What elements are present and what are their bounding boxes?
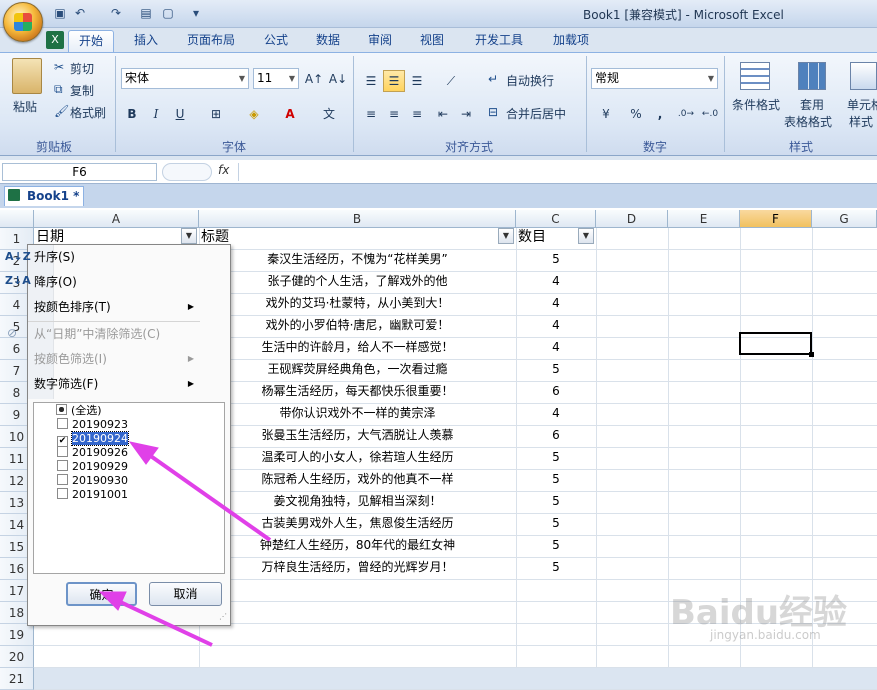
office-button[interactable]: [3, 2, 43, 42]
annotation-arrows: [98, 441, 272, 647]
watermark-url: jingyan.baidu.com: [710, 628, 821, 642]
gridline: [34, 667, 877, 668]
arrow-to-ok-button: [98, 591, 213, 647]
arrow-to-checkbox: [128, 441, 272, 542]
row-header[interactable]: 21: [0, 668, 34, 690]
watermark-logo: Baidu经验: [670, 593, 848, 633]
office-logo-icon: [14, 13, 32, 31]
